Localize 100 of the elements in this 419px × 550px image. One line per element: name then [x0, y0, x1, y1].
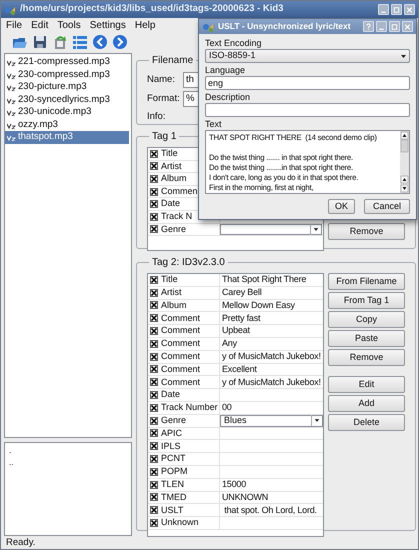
field-label: Text Encoding [205, 37, 263, 49]
save-button[interactable] [31, 34, 48, 50]
frame-name: Artist [161, 286, 182, 299]
mp3-file-entry[interactable]: 221-compressed.mp3 [5, 56, 129, 68]
group-title: Filename [151, 54, 194, 68]
checkbox[interactable] [150, 340, 158, 348]
back-arrow-button[interactable] [91, 34, 108, 50]
menu-item[interactable]: Help [134, 18, 156, 32]
checkbox[interactable] [150, 288, 158, 297]
checkbox[interactable] [150, 162, 158, 170]
genre-dropdown[interactable]: Blues [220, 414, 323, 427]
mp3-file-entry[interactable]: 230-unicode.mp3 [5, 106, 129, 118]
dialog-button[interactable]: OK [328, 199, 355, 214]
tag-file-icon [7, 108, 16, 116]
input-field[interactable]: eng [205, 76, 410, 90]
frame-name: Comment [161, 312, 200, 325]
checkbox[interactable] [150, 506, 158, 514]
input-field[interactable] [205, 103, 410, 117]
frame-value[interactable]: y of MusicMatch Jukebox! [220, 376, 321, 390]
frame-value[interactable]: Excellent [220, 362, 257, 376]
frame-name: Unknown [161, 516, 199, 530]
maximize-icon [394, 6, 400, 12]
frame-value[interactable]: Pretty fast [220, 312, 260, 326]
checkbox[interactable] [150, 314, 158, 322]
push-button[interactable]: From Filename [328, 273, 405, 290]
frame-value[interactable]: UNKNOWN [220, 490, 268, 504]
tag-file-icon [7, 83, 16, 92]
forward-arrow-button[interactable] [111, 34, 128, 50]
menu-item[interactable]: Edit [31, 18, 48, 32]
menu-item[interactable]: File [6, 18, 22, 32]
frame-name: Title [161, 147, 178, 160]
checkbox[interactable] [150, 174, 158, 183]
dialog-button[interactable]: Cancel [364, 199, 410, 214]
checkbox[interactable] [150, 276, 158, 284]
field-label: Format: [147, 92, 181, 106]
frame-value[interactable]: Upbeat [220, 324, 250, 338]
frame-value[interactable]: Mellow Down Easy [220, 298, 295, 312]
checkbox[interactable] [150, 327, 158, 336]
push-button[interactable]: Paste [328, 330, 405, 347]
checkbox[interactable] [150, 480, 158, 489]
mp3-file-entry[interactable]: thatspot.mp3 [5, 131, 129, 144]
checkbox[interactable] [150, 365, 158, 374]
frame-value[interactable]: Carey Bell [220, 286, 262, 300]
push-button[interactable]: Remove [328, 349, 405, 366]
folder-item[interactable]: . [9, 445, 131, 457]
push-button[interactable]: Edit [328, 376, 405, 393]
checkbox[interactable] [150, 493, 158, 502]
push-button[interactable]: Copy [328, 311, 405, 328]
checkbox[interactable] [150, 519, 158, 528]
checkbox[interactable] [150, 442, 158, 450]
checkbox[interactable] [150, 150, 158, 158]
input-field[interactable]: % [183, 91, 199, 107]
checkbox[interactable] [150, 404, 158, 412]
checkbox[interactable] [150, 429, 158, 438]
maximize-icon [392, 24, 398, 30]
frame-value[interactable]: 00 [220, 401, 232, 415]
push-button[interactable]: From Tag 1 [328, 292, 405, 309]
menu-item[interactable]: Settings [90, 18, 126, 32]
frame-value[interactable]: 15000 [220, 478, 246, 492]
list-button[interactable] [71, 34, 88, 50]
folder-item[interactable]: .. [9, 457, 131, 469]
minimize-icon [379, 28, 384, 30]
checkbox[interactable] [150, 200, 158, 208]
mp3-file-entry[interactable]: ozzy.mp3 [5, 118, 129, 131]
frame-name: Album [161, 298, 187, 312]
close-icon [406, 6, 412, 12]
input-field[interactable]: th [183, 72, 199, 88]
checkbox[interactable] [150, 468, 158, 476]
frame-value[interactable]: Any [220, 337, 237, 351]
status-text: Ready. [5, 536, 36, 549]
checkbox[interactable] [150, 301, 158, 310]
checkbox[interactable] [150, 416, 158, 425]
push-button[interactable]: Delete [328, 414, 405, 431]
frame-value[interactable]: y of MusicMatch Jukebox! [220, 350, 321, 364]
checkbox[interactable] [150, 455, 158, 464]
checkbox[interactable] [150, 352, 158, 361]
field-label: Description [205, 91, 252, 103]
push-button[interactable]: Remove [328, 223, 405, 240]
mp3-file-entry[interactable]: 230-picture.mp3 [5, 81, 129, 94]
frame-name: Title [161, 273, 178, 286]
checkbox[interactable] [150, 391, 158, 400]
mp3-file-entry[interactable]: 230-syncedlyrics.mp3 [5, 94, 129, 106]
mp3-file-entry[interactable]: 230-compressed.mp3 [5, 68, 129, 81]
push-button[interactable]: Add [328, 395, 405, 412]
minimize-icon [381, 11, 386, 12]
frame-value[interactable]: That Spot Right There [220, 273, 306, 287]
checkbox[interactable] [150, 378, 158, 386]
encoding-dropdown[interactable]: ISO-8859-1 [205, 49, 410, 63]
genre-dropdown[interactable] [220, 224, 322, 236]
checkbox[interactable] [150, 188, 158, 196]
menu-item[interactable]: Tools [57, 18, 81, 32]
window-title: /home/urs/projects/kid3/libs_used/id3tags-20000623 - Kid3 [20, 2, 284, 16]
frame-name: Genre [161, 414, 186, 427]
frame-name: Track N [161, 210, 192, 224]
checkbox[interactable] [150, 225, 158, 234]
checkbox[interactable] [150, 212, 158, 221]
tag-file-icon [7, 58, 16, 66]
frame-value[interactable]: that spot. Oh Lord, Lord. [220, 504, 317, 517]
help-icon [366, 23, 370, 30]
frame-name: Comment [161, 337, 200, 350]
